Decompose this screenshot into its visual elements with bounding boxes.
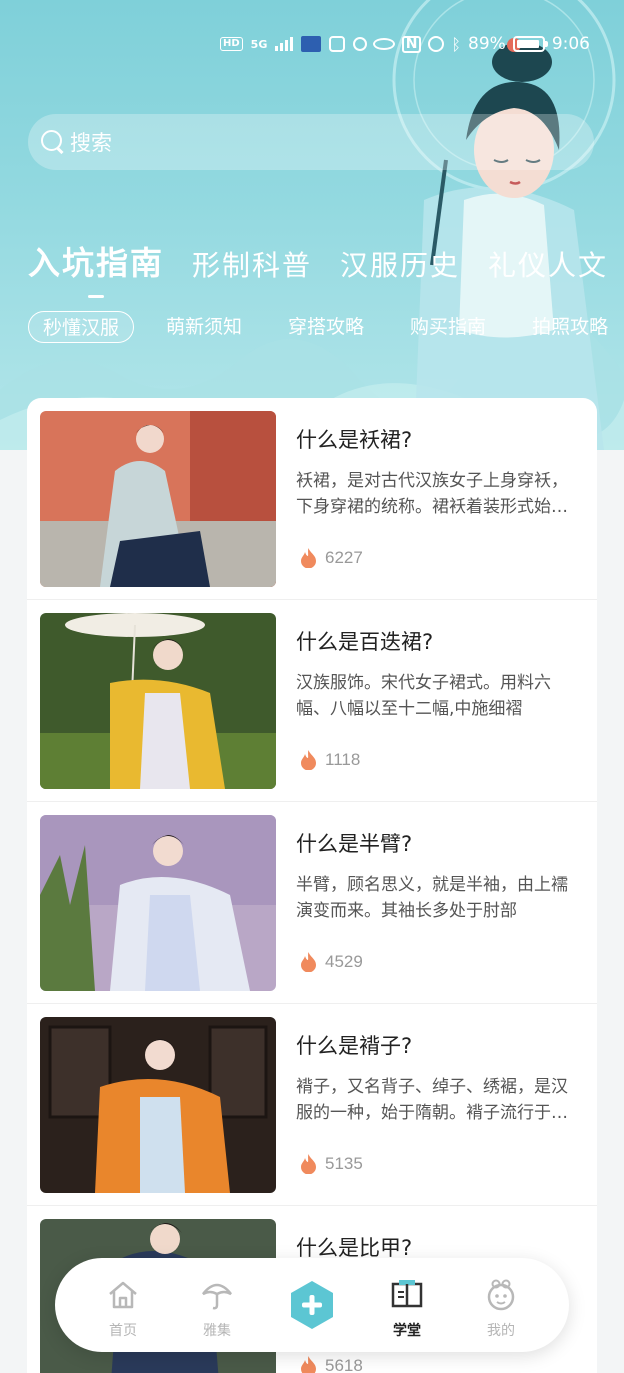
list-item[interactable]: 什么是褙子? 褙子，又名背子、绰子、绣裾，是汉服的一种，始于隋朝。褙子流行于宋代… (27, 1004, 597, 1206)
article-thumbnail (40, 411, 276, 587)
article-title: 什么是百迭裙? (296, 630, 434, 654)
search-icon (40, 129, 66, 155)
fire-icon (301, 1154, 316, 1174)
signal-icon (275, 37, 294, 51)
view-count: 1118 (300, 750, 360, 770)
article-summary: 汉族服饰。宋代女子裙式。用料六幅、八幅以至十二幅,中施细褶 (296, 673, 551, 719)
view-count-value: 5135 (325, 1154, 363, 1173)
plus-icon[interactable] (287, 1280, 337, 1330)
hd-indicator: HD (220, 37, 243, 51)
article-title: 什么是半臂? (296, 832, 413, 856)
tab-profile[interactable]: 我的 (461, 1258, 541, 1352)
view-count-value: 4529 (325, 952, 363, 971)
subtab-outfit-guide[interactable]: 穿搭攻略 (274, 311, 378, 343)
view-count-value: 1118 (325, 750, 361, 769)
tab-gathering-label: 雅集 (203, 1323, 231, 1339)
article-summary: 袄裙，是对古代汉族女子上身穿袄，下身穿裙的统称。裙袄着装形式始于汉代 (296, 471, 568, 517)
tab-home[interactable]: 首页 (83, 1258, 163, 1352)
view-count-value: 5618 (325, 1356, 363, 1373)
tab-form-science[interactable]: 形制科普 (192, 244, 312, 298)
umbrella-icon (202, 1283, 232, 1310)
alarm-icon (428, 36, 445, 52)
view-count: 4529 (300, 952, 363, 972)
subtab-buying-guide[interactable]: 购买指南 (396, 311, 500, 343)
subcategory-tabs: 秒懂汉服 萌新须知 穿搭攻略 购买指南 拍照攻略 (28, 311, 622, 343)
article-summary: 褙子，又名背子、绰子、绣裾，是汉服的一种，始于隋朝。褙子流行于宋代 (296, 1077, 568, 1123)
tab-hanfu-history[interactable]: 汉服历史 (340, 244, 460, 298)
tab-academy-label: 学堂 (393, 1323, 421, 1339)
app-notification-icon-3 (353, 37, 368, 51)
article-list: 什么是袄裙? 袄裙，是对古代汉族女子上身穿袄，下身穿裙的统称。裙袄着装形式始于汉… (27, 398, 597, 1373)
article-thumbnail (40, 815, 276, 991)
fire-icon (301, 1356, 316, 1373)
tab-academy[interactable]: 学堂 (367, 1258, 447, 1352)
status-bar: HD 5G N ᛒ 89% 9:06 (0, 30, 624, 62)
tab-etiquette-culture[interactable]: 礼仪人文 (488, 244, 608, 298)
search-placeholder: 搜索 (70, 131, 112, 155)
hanfu-lady-illustration (392, 0, 616, 450)
search-bar[interactable]: 搜索 (28, 114, 594, 170)
app-notification-icon-2 (329, 36, 346, 52)
home-icon (109, 1281, 137, 1309)
bluetooth-icon: ᛒ (451, 34, 462, 54)
subtab-newbie-notes[interactable]: 萌新须知 (152, 311, 256, 343)
list-item[interactable]: 什么是半臂? 半臂，顾名思义，就是半袖，由上襦演变而来。其袖长多处于肘部 452… (27, 802, 597, 1004)
header-banner: HD 5G N ᛒ 89% 9:06 搜索 入坑指南 形制科普 汉服历史 礼仪人… (0, 0, 624, 450)
eye-icon (372, 38, 395, 50)
network-type: 5G (250, 37, 268, 51)
subtab-photo-guide[interactable]: 拍照攻略 (518, 311, 622, 343)
tab-gathering[interactable]: 雅集 (177, 1258, 257, 1352)
article-title: 什么是褙子? (296, 1034, 413, 1058)
profile-icon (487, 1279, 515, 1311)
article-thumbnail (40, 613, 276, 789)
bottom-tab-bar: 首页 雅集 学堂 我的 (55, 1258, 569, 1352)
app-notification-icon (301, 36, 322, 52)
fire-icon (301, 952, 316, 972)
nfc-icon: N (401, 35, 422, 53)
tab-home-label: 首页 (109, 1323, 137, 1339)
view-count-value: 6227 (325, 548, 363, 567)
book-icon (391, 1280, 423, 1308)
view-count: 5135 (300, 1154, 363, 1174)
tab-beginner-guide[interactable]: 入坑指南 (28, 238, 164, 298)
clock: 9:06 (551, 34, 590, 54)
article-summary: 半臂，顾名思义，就是半袖，由上襦演变而来。其袖长多处于肘部 (296, 875, 568, 921)
view-count: 6227 (300, 548, 363, 568)
subtab-quick-intro[interactable]: 秒懂汉服 (28, 311, 135, 343)
category-tabs: 入坑指南 形制科普 汉服历史 礼仪人文 (28, 238, 608, 298)
battery-icon (512, 36, 548, 52)
view-count: 5618 (300, 1356, 363, 1373)
fire-icon (301, 750, 316, 770)
tab-profile-label: 我的 (487, 1323, 515, 1339)
article-thumbnail (40, 1017, 276, 1193)
article-title: 什么是袄裙? (296, 428, 413, 452)
list-item[interactable]: 什么是百迭裙? 汉族服饰。宋代女子裙式。用料六幅、八幅以至十二幅,中施细褶 11… (27, 600, 597, 802)
fire-icon (301, 548, 316, 568)
list-item[interactable]: 什么是袄裙? 袄裙，是对古代汉族女子上身穿袄，下身穿裙的统称。裙袄着装形式始于汉… (27, 398, 597, 600)
battery-percent: 89% (468, 34, 506, 54)
